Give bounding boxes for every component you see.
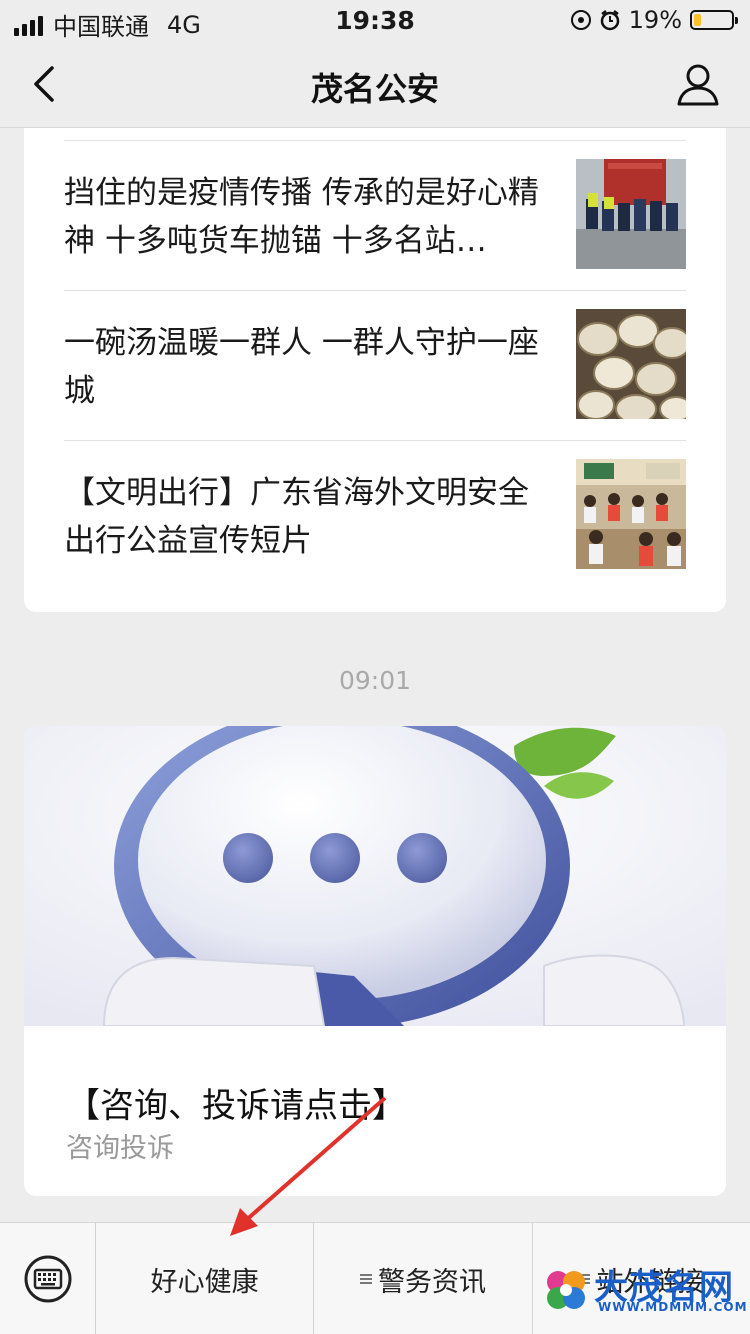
menu-item-health[interactable]: 好心健康 [96,1223,315,1334]
page-title: 茂名公安 [310,70,439,108]
feature-article-card[interactable]: 【咨询、投诉请点击】 咨询投诉 [24,726,726,1196]
alarm-icon [600,10,619,31]
rotation-lock-icon [570,10,591,30]
submenu-list-icon [359,1274,372,1284]
chat-bubble-cover-image [24,726,726,1026]
feature-headline: 【咨询、投诉请点击】 [66,1086,406,1126]
news-title: 一碗汤温暖一群人 一群人守护一座城 [64,325,539,409]
message-timestamp: 09:01 [338,666,412,695]
status-right: 19% [570,6,738,34]
news-title: 【文明出行】广东省海外文明安全出行公益宣传短片 [64,475,529,559]
nav-bar: 茂名公安 [0,40,750,128]
watermark-url: WWW.MDMMM.COM [598,1300,748,1314]
menu-item-label: 警务资讯 [377,1266,486,1298]
news-item[interactable]: 一碗汤温暖一群人 一群人守护一座城 [64,290,686,440]
site-watermark: 大茂名网 WWW.MDMMM.COM [540,1260,747,1320]
keyboard-toggle-button[interactable] [0,1223,96,1334]
battery-fill [694,14,701,26]
article-list-card: 挡住的是疫情传播 传承的是好心精神 十多吨货车抛锚 十多名站… 一碗汤温暖一群人… [24,128,726,612]
feature-digest: 咨询投诉 [66,1133,174,1164]
news-thumbnail [576,459,686,569]
battery-icon [690,10,738,30]
news-thumbnail [576,159,686,269]
battery-percent: 19% [628,6,682,34]
clover-logo-icon [547,1271,585,1309]
status-bar: 中国联通 4G 19:38 19% [0,0,750,41]
person-icon[interactable] [674,60,722,108]
menu-item-police-news[interactable]: 警务资讯 [314,1223,533,1334]
news-item[interactable]: 挡住的是疫情传播 传承的是好心精神 十多吨货车抛锚 十多名站… [64,140,686,290]
news-item[interactable]: 【文明出行】广东省海外文明安全出行公益宣传短片 [64,440,686,590]
menu-item-label: 好心健康 [150,1266,259,1298]
keyboard-icon [24,1255,72,1303]
news-thumbnail [576,309,686,419]
news-title: 挡住的是疫情传播 传承的是好心精神 十多吨货车抛锚 十多名站… [64,175,539,259]
